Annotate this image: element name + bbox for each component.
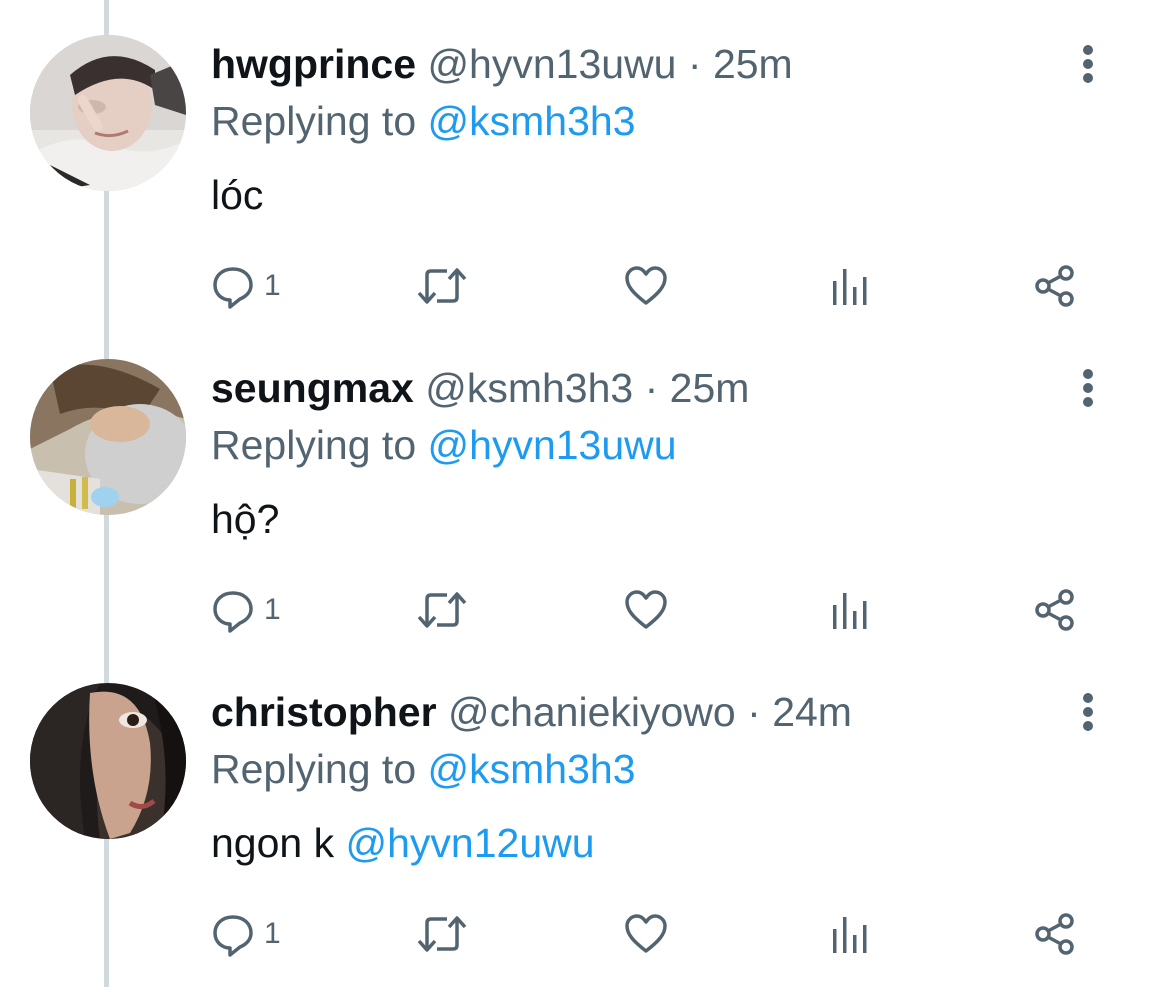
tweet-header: hwgprince @hyvn13uwu · 25m xyxy=(211,38,793,90)
reply-button[interactable]: 1 xyxy=(210,258,281,314)
like-button[interactable] xyxy=(623,906,669,962)
more-options-button[interactable] xyxy=(1068,366,1108,410)
tweet-text-content: ngon k xyxy=(211,820,346,866)
timestamp[interactable]: 25m xyxy=(713,41,793,87)
avatar[interactable] xyxy=(30,359,186,515)
avatar[interactable] xyxy=(30,35,186,191)
handle[interactable]: @chaniekiyowo xyxy=(448,689,736,735)
display-name[interactable]: hwgprince xyxy=(211,41,416,87)
action-bar: 1 xyxy=(210,582,1090,638)
tweet-text-mention[interactable]: @hyvn12uwu xyxy=(346,820,595,866)
tweet-header: christopher @chaniekiyowo · 24m xyxy=(211,686,852,738)
reply-count: 1 xyxy=(264,269,281,302)
like-button[interactable] xyxy=(623,582,669,638)
tweet-text-content: lóc xyxy=(211,172,264,218)
heart-icon xyxy=(625,590,667,629)
tweet[interactable]: christopher @chaniekiyowo · 24m Replying… xyxy=(0,648,1152,972)
replying-to: Replying to @ksmh3h3 xyxy=(211,95,636,147)
action-bar: 1 xyxy=(210,906,1090,962)
replying-to-mention[interactable]: @ksmh3h3 xyxy=(428,98,636,144)
more-vertical-icon xyxy=(1083,369,1093,407)
replying-to-label: Replying to xyxy=(211,746,417,792)
replying-to-mention[interactable]: @ksmh3h3 xyxy=(428,746,636,792)
retweet-button[interactable] xyxy=(415,258,469,314)
more-vertical-icon xyxy=(1083,45,1093,83)
tweet[interactable]: hwgprince @hyvn13uwu · 25m Replying to @… xyxy=(0,0,1152,324)
heart-icon xyxy=(625,914,667,953)
replying-to: Replying to @hyvn13uwu xyxy=(211,419,677,471)
heart-icon xyxy=(625,266,667,305)
share-icon xyxy=(1035,913,1074,955)
share-icon xyxy=(1035,589,1074,631)
retweet-icon xyxy=(417,592,467,628)
tweet-text: lóc xyxy=(211,169,263,221)
more-options-button[interactable] xyxy=(1068,42,1108,86)
tweet-text-content: hộ? xyxy=(211,496,280,542)
reply-button[interactable]: 1 xyxy=(210,582,281,638)
reply-icon xyxy=(213,267,253,309)
reply-icon xyxy=(213,915,253,957)
retweet-button[interactable] xyxy=(415,906,469,962)
replying-to-mention[interactable]: @hyvn13uwu xyxy=(428,422,677,468)
tweet-header: seungmax @ksmh3h3 · 25m xyxy=(211,362,749,414)
more-options-button[interactable] xyxy=(1068,690,1108,734)
tweet[interactable]: seungmax @ksmh3h3 · 25m Replying to @hyv… xyxy=(0,324,1152,648)
reply-count: 1 xyxy=(264,593,281,626)
replying-to: Replying to @ksmh3h3 xyxy=(211,743,636,795)
handle[interactable]: @hyvn13uwu xyxy=(427,41,676,87)
views-button[interactable] xyxy=(830,582,870,638)
views-icon xyxy=(833,269,867,305)
reply-icon xyxy=(213,591,253,633)
separator: · xyxy=(687,41,702,87)
retweet-icon xyxy=(417,268,467,304)
views-icon xyxy=(833,593,867,629)
avatar[interactable] xyxy=(30,683,186,839)
timestamp[interactable]: 25m xyxy=(670,365,750,411)
display-name[interactable]: christopher xyxy=(211,689,437,735)
retweet-icon xyxy=(417,916,467,952)
separator: · xyxy=(644,365,659,411)
handle[interactable]: @ksmh3h3 xyxy=(425,365,633,411)
replying-to-label: Replying to xyxy=(211,422,417,468)
separator: · xyxy=(747,689,761,735)
views-button[interactable] xyxy=(830,906,870,962)
display-name[interactable]: seungmax xyxy=(211,365,414,411)
action-bar: 1 xyxy=(210,258,1090,314)
replying-to-label: Replying to xyxy=(211,98,417,144)
reply-count: 1 xyxy=(264,917,281,950)
share-button[interactable] xyxy=(1032,582,1078,638)
retweet-button[interactable] xyxy=(415,582,469,638)
tweet-text: ngon k @hyvn12uwu xyxy=(211,817,595,869)
share-button[interactable] xyxy=(1032,906,1078,962)
views-icon xyxy=(833,917,867,953)
views-button[interactable] xyxy=(830,258,870,314)
like-button[interactable] xyxy=(623,258,669,314)
tweet-text: hộ? xyxy=(211,493,279,545)
reply-button[interactable]: 1 xyxy=(210,906,281,962)
more-vertical-icon xyxy=(1083,693,1093,731)
share-button[interactable] xyxy=(1032,258,1078,314)
share-icon xyxy=(1035,265,1074,307)
timestamp[interactable]: 24m xyxy=(772,689,852,735)
